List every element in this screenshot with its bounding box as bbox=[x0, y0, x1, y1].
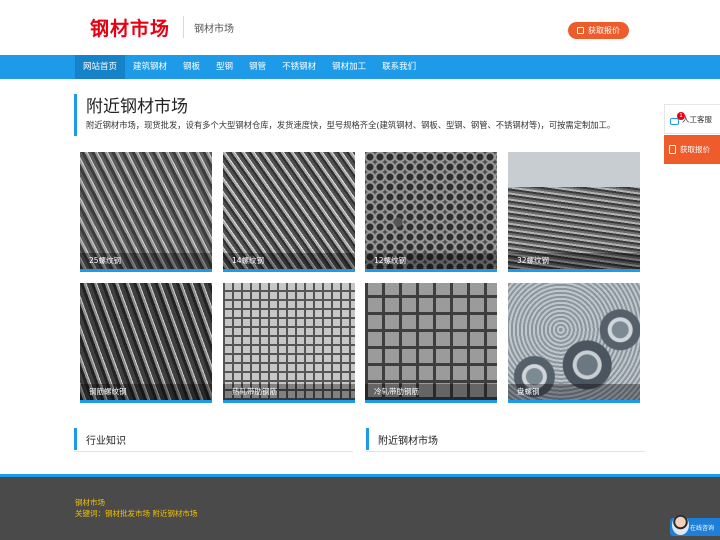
intro-accent-bar bbox=[74, 94, 77, 136]
nav-item-stainless[interactable]: 不锈钢材 bbox=[274, 55, 324, 79]
logo-divider bbox=[183, 16, 184, 38]
document-icon bbox=[669, 145, 676, 154]
product-label: 热轧带肋钢筋 bbox=[223, 384, 355, 400]
nav-item-construction-steel[interactable]: 建筑钢材 bbox=[125, 55, 175, 79]
footer-keywords: 关键词：钢材批发市场 附近钢材市场 bbox=[75, 509, 198, 518]
section-accent-bar bbox=[366, 428, 369, 450]
agent-avatar bbox=[672, 515, 689, 535]
product-card[interactable]: 钢筋螺纹钢 bbox=[80, 283, 212, 403]
intro-description: 附近钢材市场，现货批发，设有多个大型钢材仓库，发货速度快，型号规格齐全(建筑钢材… bbox=[86, 120, 616, 130]
section-divider bbox=[366, 451, 645, 452]
product-card[interactable]: 32螺纹钢 bbox=[508, 152, 640, 272]
section-divider bbox=[74, 451, 353, 452]
product-label: 14螺纹钢 bbox=[223, 253, 355, 269]
online-consult-button[interactable]: 在线咨询 bbox=[670, 515, 720, 536]
site-subtitle: 钢材市场 bbox=[194, 24, 234, 35]
main-nav: 网站首页 建筑钢材 钢板 型钢 钢管 不锈钢材 钢材加工 联系我们 bbox=[0, 55, 720, 79]
customer-service-label: 人工客服 bbox=[682, 114, 712, 124]
form-icon bbox=[577, 27, 584, 34]
side-quote-label: 获取报价 bbox=[680, 145, 710, 154]
online-consult-label: 在线咨询 bbox=[690, 524, 715, 532]
product-card[interactable]: 25螺纹钢 bbox=[80, 152, 212, 272]
product-card[interactable]: 热轧带肋钢筋 bbox=[223, 283, 355, 403]
product-label: 钢筋螺纹钢 bbox=[80, 384, 212, 400]
product-card[interactable]: 12螺纹钢 bbox=[365, 152, 497, 272]
site-footer: 钢材市场 关键词：钢材批发市场 附近钢材市场 bbox=[0, 477, 720, 540]
notification-badge: 1 bbox=[677, 112, 685, 120]
page-title: 附近钢材市场 bbox=[86, 97, 188, 117]
product-card[interactable]: 冷轧带肋钢筋 bbox=[365, 283, 497, 403]
get-quote-label: 获取报价 bbox=[588, 26, 620, 35]
nav-item-contact[interactable]: 联系我们 bbox=[374, 55, 424, 79]
product-label: 12螺纹钢 bbox=[365, 253, 497, 269]
nav-item-processing[interactable]: 钢材加工 bbox=[324, 55, 374, 79]
product-label: 32螺纹钢 bbox=[508, 253, 640, 269]
section-title-industry[interactable]: 行业知识 bbox=[86, 432, 126, 447]
footer-site-name[interactable]: 钢材市场 bbox=[75, 497, 105, 508]
customer-service-button[interactable]: 1 人工客服 bbox=[664, 104, 720, 134]
product-card[interactable]: 盘螺钢 bbox=[508, 283, 640, 403]
product-card[interactable]: 14螺纹钢 bbox=[223, 152, 355, 272]
get-quote-button[interactable]: 获取报价 bbox=[568, 22, 629, 39]
nav-item-steel-pipe[interactable]: 钢管 bbox=[241, 55, 274, 79]
product-label: 盘螺钢 bbox=[508, 384, 640, 400]
nav-item-home[interactable]: 网站首页 bbox=[75, 55, 126, 79]
side-get-quote-button[interactable]: 获取报价 bbox=[664, 135, 720, 164]
nav-item-section-steel[interactable]: 型钢 bbox=[208, 55, 241, 79]
site-header: 钢材市场 钢材市场 获取报价 bbox=[0, 0, 720, 55]
product-label: 冷轧带肋钢筋 bbox=[365, 384, 497, 400]
section-accent-bar bbox=[74, 428, 77, 450]
section-title-nearby-market[interactable]: 附近钢材市场 bbox=[378, 432, 438, 447]
site-logo[interactable]: 钢材市场 bbox=[90, 14, 170, 41]
product-label: 25螺纹钢 bbox=[80, 253, 212, 269]
nav-item-steel-plate[interactable]: 钢板 bbox=[175, 55, 208, 79]
